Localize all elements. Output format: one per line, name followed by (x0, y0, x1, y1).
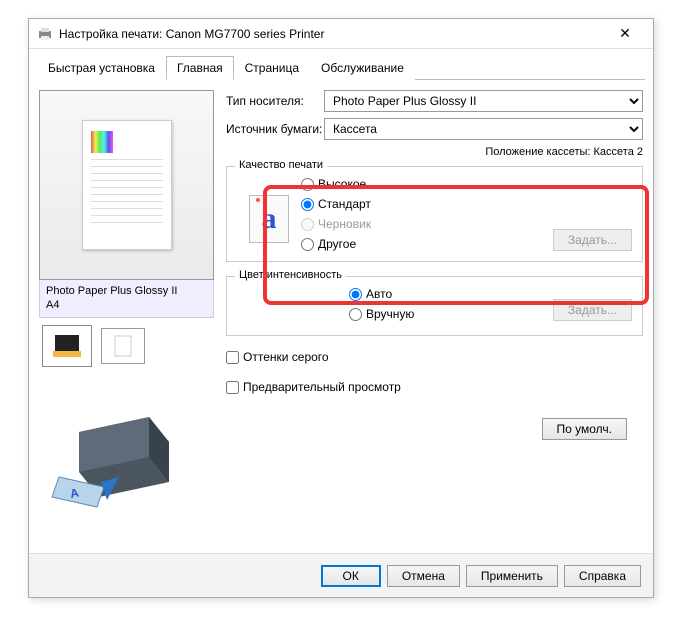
printer-icon (37, 26, 53, 42)
help-button[interactable]: Справка (564, 565, 641, 587)
tab-main[interactable]: Главная (166, 56, 234, 80)
left-panel: Photo Paper Plus Glossy II A4 A (39, 90, 214, 515)
window-title: Настройка печати: Canon MG7700 series Pr… (59, 27, 605, 41)
ok-button[interactable]: ОК (321, 565, 381, 587)
thumb-mono[interactable] (101, 328, 145, 364)
quality-draft-label: Черновик (318, 217, 371, 231)
page-preview-box (39, 90, 214, 280)
preview-label-check: Предварительный просмотр (243, 380, 401, 394)
print-settings-dialog: Настройка печати: Canon MG7700 series Pr… (28, 18, 654, 598)
page-preview (82, 120, 172, 250)
thumb-color[interactable] (45, 328, 89, 364)
color-auto-radio[interactable] (349, 288, 362, 301)
close-button[interactable]: ✕ (605, 19, 645, 49)
quality-standard-radio[interactable] (301, 198, 314, 211)
print-quality-legend: Качество печати (235, 159, 327, 171)
quality-high-radio[interactable] (301, 178, 314, 191)
quality-other-radio[interactable] (301, 238, 314, 251)
quality-draft-radio (301, 218, 314, 231)
tab-service[interactable]: Обслуживание (310, 56, 415, 80)
grayscale-checkbox[interactable] (226, 351, 239, 364)
tabs: Быстрая установка Главная Страница Обслу… (37, 55, 645, 80)
media-type-label: Тип носителя: (226, 94, 324, 108)
printer-illustration: A (39, 402, 214, 515)
quality-other-label: Другое (318, 237, 356, 251)
right-panel: Тип носителя: Photo Paper Plus Glossy II… (214, 90, 643, 515)
grayscale-label: Оттенки серого (243, 350, 329, 364)
quality-set-button: Задать... (553, 229, 632, 251)
media-type-select[interactable]: Photo Paper Plus Glossy II (324, 90, 643, 112)
thumbnails (39, 318, 214, 374)
preview-label: Photo Paper Plus Glossy II A4 (39, 280, 214, 318)
color-manual-radio[interactable] (349, 308, 362, 321)
paper-source-select[interactable]: Кассета (324, 118, 643, 140)
color-auto-label: Авто (366, 287, 392, 301)
color-legend: Цвет/интенсивность (235, 269, 346, 281)
tab-page[interactable]: Страница (234, 56, 310, 80)
quality-high-label: Высокое (318, 177, 366, 191)
apply-button[interactable]: Применить (466, 565, 558, 587)
color-manual-label: Вручную (366, 307, 414, 321)
quality-standard-label: Стандарт (318, 197, 371, 211)
tab-quick-setup[interactable]: Быстрая установка (37, 56, 166, 80)
preview-checkbox[interactable] (226, 381, 239, 394)
print-quality-group: Качество печати a Высокое Стандарт Черно… (226, 166, 643, 262)
paper-source-label: Источник бумаги: (226, 122, 324, 136)
defaults-button[interactable]: По умолч. (542, 418, 627, 440)
titlebar: Настройка печати: Canon MG7700 series Pr… (29, 19, 653, 49)
color-intensity-group: Цвет/интенсивность Авто Вручную Задать..… (226, 276, 643, 336)
color-set-button: Задать... (553, 299, 632, 321)
cancel-button[interactable]: Отмена (387, 565, 460, 587)
cassette-position: Положение кассеты: Кассета 2 (226, 146, 643, 158)
dialog-buttons: ОК Отмена Применить Справка (29, 553, 653, 597)
quality-preview-icon: a (237, 187, 301, 251)
